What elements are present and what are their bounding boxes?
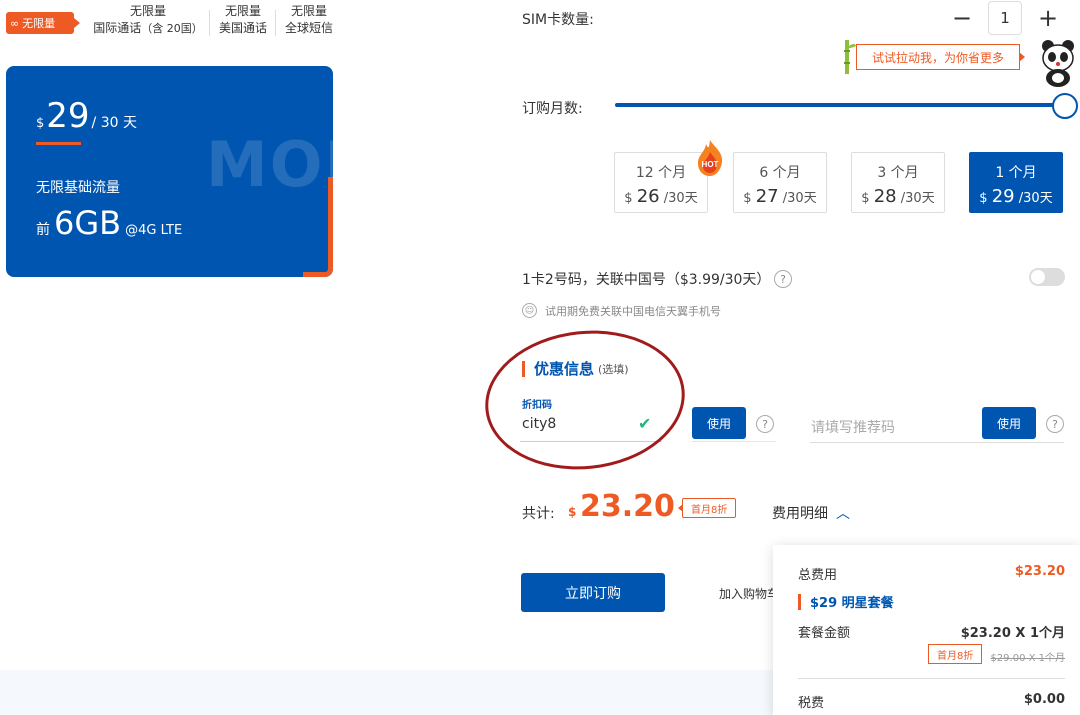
feature-global-sms-bottom: 全球短信 xyxy=(284,21,333,35)
smile-icon: ☺ xyxy=(522,303,537,318)
months-slider-handle[interactable] xyxy=(1052,93,1078,119)
total-currency: $ xyxy=(568,505,577,519)
tax-row: 税费 $0.00 xyxy=(798,692,1065,711)
tax-value: $0.00 xyxy=(1023,692,1065,707)
month-option-12[interactable]: 12 个月 $ 26 /30天 xyxy=(614,152,708,213)
month-option-price: 29 xyxy=(991,186,1015,207)
plan-period: / 30 天 xyxy=(91,115,137,131)
month-option-per: /30天 xyxy=(900,191,935,206)
month-option-price: 28 xyxy=(873,186,897,207)
fee-detail-toggle[interactable]: 费用明细 ︿ xyxy=(772,503,850,523)
month-option-label: 6 个月 xyxy=(759,165,801,181)
discount-help-icon[interactable]: ? xyxy=(756,415,774,433)
month-option-currency: $ xyxy=(861,191,870,206)
month-option-3[interactable]: 3 个月 $ 28 /30天 xyxy=(851,152,945,213)
unlimited-badge: ∞ 无限量 xyxy=(6,12,80,34)
tax-label: 税费 xyxy=(798,696,825,711)
apply-discount-button[interactable]: 使用 xyxy=(692,407,746,439)
card-corner-accent xyxy=(303,177,333,277)
divider xyxy=(209,10,210,36)
fee-detail-label: 费用明细 xyxy=(772,506,828,522)
dual-number-help-icon[interactable]: ? xyxy=(774,270,792,288)
quantity-plus-button[interactable]: + xyxy=(1036,6,1060,30)
quantity-input[interactable]: 1 xyxy=(988,1,1022,35)
original-price: $29.00 X 1个月 xyxy=(990,653,1065,664)
month-option-currency: $ xyxy=(624,191,633,206)
total-fee-value: $23.20 xyxy=(1014,564,1065,579)
month-option-per: /30天 xyxy=(663,191,698,206)
months-label: 订购月数: xyxy=(522,101,583,117)
plan-lte-network: @4G LTE xyxy=(125,223,183,238)
month-option-price: 27 xyxy=(755,186,779,207)
feature-intl-calls: 无限量 国际通话（含 20国） xyxy=(88,3,208,37)
month-option-currency: $ xyxy=(979,191,988,206)
referral-help-icon[interactable]: ? xyxy=(1046,415,1064,433)
month-option-label: 12 个月 xyxy=(635,165,687,181)
feature-global-sms: 无限量 全球短信 xyxy=(280,3,338,37)
month-option-label: 1 个月 xyxy=(995,165,1037,181)
month-option-currency: $ xyxy=(743,191,752,206)
panda-mascot-icon xyxy=(1042,40,1074,87)
plan-price: $ 29 / 30 天 xyxy=(36,98,137,134)
hot-flame-icon: HOT xyxy=(698,140,723,176)
referral-code-input[interactable]: 请填写推荐码 xyxy=(811,417,895,437)
dual-number-label: 1卡2号码，关联中国号（$3.99/30天） xyxy=(522,272,771,288)
plan-lte-amount: 6GB xyxy=(54,204,122,242)
month-option-6[interactable]: 6 个月 $ 27 /30天 xyxy=(733,152,827,213)
total-fee-label: 总费用 xyxy=(798,568,838,583)
plan-lte-prefix: 前 xyxy=(36,222,50,238)
referral-code-underline xyxy=(810,442,1064,443)
unlimited-badge-label: 无限量 xyxy=(22,17,56,30)
plan-currency: $ xyxy=(36,116,45,131)
plan-feature-lte: 前 6GB @4G LTE xyxy=(36,204,182,242)
dual-number-note: 试用期免费关联中国电信天翼手机号 xyxy=(545,305,721,318)
sim-quantity-label: SIM卡数量: xyxy=(522,12,594,28)
slider-tip: 试试拉动我，为你省更多 xyxy=(856,44,1025,70)
quantity-minus-button[interactable]: − xyxy=(950,6,974,30)
month-option-per: /30天 xyxy=(782,191,817,206)
plan-card: MORE $ 29 / 30 天 无限基础流量 前 6GB @4G LTE xyxy=(6,66,333,277)
chevron-up-icon: ︿ xyxy=(836,506,850,522)
feature-intl-calls-top: 无限量 xyxy=(129,4,166,18)
highlight-circle xyxy=(478,320,692,480)
plan-feature-data: 无限基础流量 xyxy=(36,180,120,196)
dual-number-toggle[interactable] xyxy=(1029,268,1065,286)
plan-name: $29 明星套餐 xyxy=(798,592,894,611)
fee-breakdown-panel: 总费用 $23.20 $29 明星套餐 套餐金额 $23.20 X 1个月 首月… xyxy=(773,545,1080,715)
infinity-icon: ∞ xyxy=(10,16,20,30)
feature-global-sms-top: 无限量 xyxy=(290,4,327,18)
plan-amount-row: 套餐金额 $23.20 X 1个月 xyxy=(798,622,1065,641)
plan-amount-value: $23.20 X 1个月 xyxy=(960,626,1065,641)
feature-us-calls-top: 无限量 xyxy=(224,4,261,18)
divider xyxy=(275,10,276,36)
bamboo-icon xyxy=(844,40,856,74)
total-label: 共计: xyxy=(522,506,555,522)
month-option-per: /30天 xyxy=(1018,191,1053,206)
buy-now-button[interactable]: 立即订购 xyxy=(521,573,665,612)
input-underline xyxy=(692,441,776,442)
plan-price-value: 29 xyxy=(46,96,90,136)
feature-intl-calls-note: （含 20国） xyxy=(141,22,203,35)
first-month-discount-tag: 首月8折 xyxy=(677,498,737,518)
total-fee-row: 总费用 $23.20 xyxy=(798,564,1065,583)
first-month-discount-tag: 首月8折 xyxy=(928,644,983,664)
feature-us-calls: 无限量 美国通话 xyxy=(214,3,272,37)
section-marker xyxy=(798,593,801,610)
months-slider-track[interactable] xyxy=(615,103,1065,107)
month-option-price: 26 xyxy=(636,186,660,207)
plan-amount-label: 套餐金额 xyxy=(798,626,851,641)
feature-intl-calls-bottom: 国际通话 xyxy=(93,21,142,35)
total-amount: 23.20 xyxy=(580,489,675,524)
hot-label: HOT xyxy=(702,160,719,169)
month-option-1-selected[interactable]: 1 个月 $ 29 /30天 xyxy=(969,152,1063,213)
plan-name-label: $29 明星套餐 xyxy=(810,596,894,611)
add-to-cart-link[interactable]: 加入购物车 xyxy=(719,585,774,602)
divider xyxy=(798,678,1065,679)
month-option-label: 3 个月 xyxy=(877,165,919,181)
apply-referral-button[interactable]: 使用 xyxy=(982,407,1036,439)
price-underline xyxy=(36,142,81,145)
feature-us-calls-bottom: 美国通话 xyxy=(218,21,267,35)
